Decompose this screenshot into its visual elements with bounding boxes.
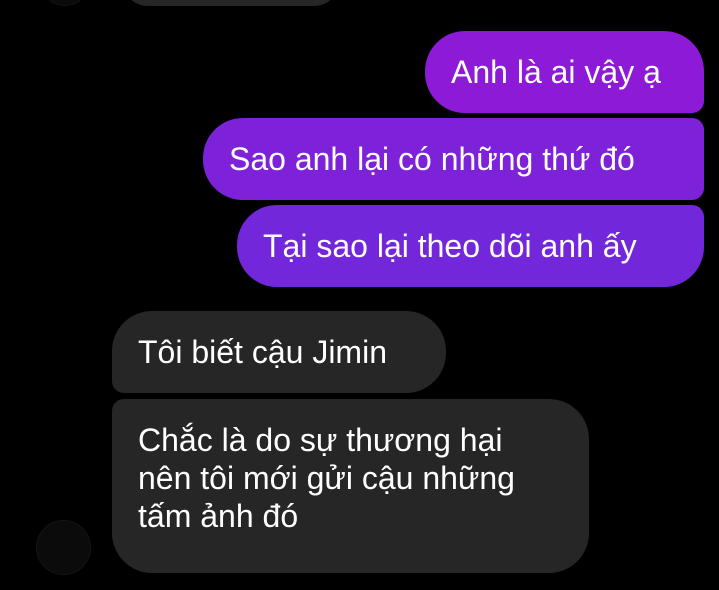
received-message-bubble-cropped[interactable]	[122, 0, 340, 6]
received-message-bubble[interactable]: Tôi biết cậu Jimin	[112, 311, 446, 393]
message-text-line: Chắc là do sự thương hại	[138, 422, 503, 458]
message-text: Tôi biết cậu Jimin	[138, 334, 387, 370]
message-text-line: nên tôi mới gửi cậu những	[138, 460, 515, 496]
sent-message-bubble[interactable]: Tại sao lại theo dõi anh ấy	[237, 205, 704, 287]
message-text-line: tấm ảnh đó	[138, 498, 299, 534]
sent-message-bubble[interactable]: Anh là ai vậy ạ	[425, 31, 704, 113]
sender-avatar-top[interactable]	[40, 0, 90, 6]
message-text: Anh là ai vậy ạ	[451, 54, 661, 90]
message-text: Tại sao lại theo dõi anh ấy	[263, 228, 637, 264]
message-text: Sao anh lại có những thứ đó	[229, 141, 635, 177]
sender-avatar[interactable]	[36, 520, 91, 575]
sent-message-bubble[interactable]: Sao anh lại có những thứ đó	[203, 118, 704, 200]
received-message-bubble[interactable]: Chắc là do sự thương hại nên tôi mới gửi…	[112, 399, 589, 573]
